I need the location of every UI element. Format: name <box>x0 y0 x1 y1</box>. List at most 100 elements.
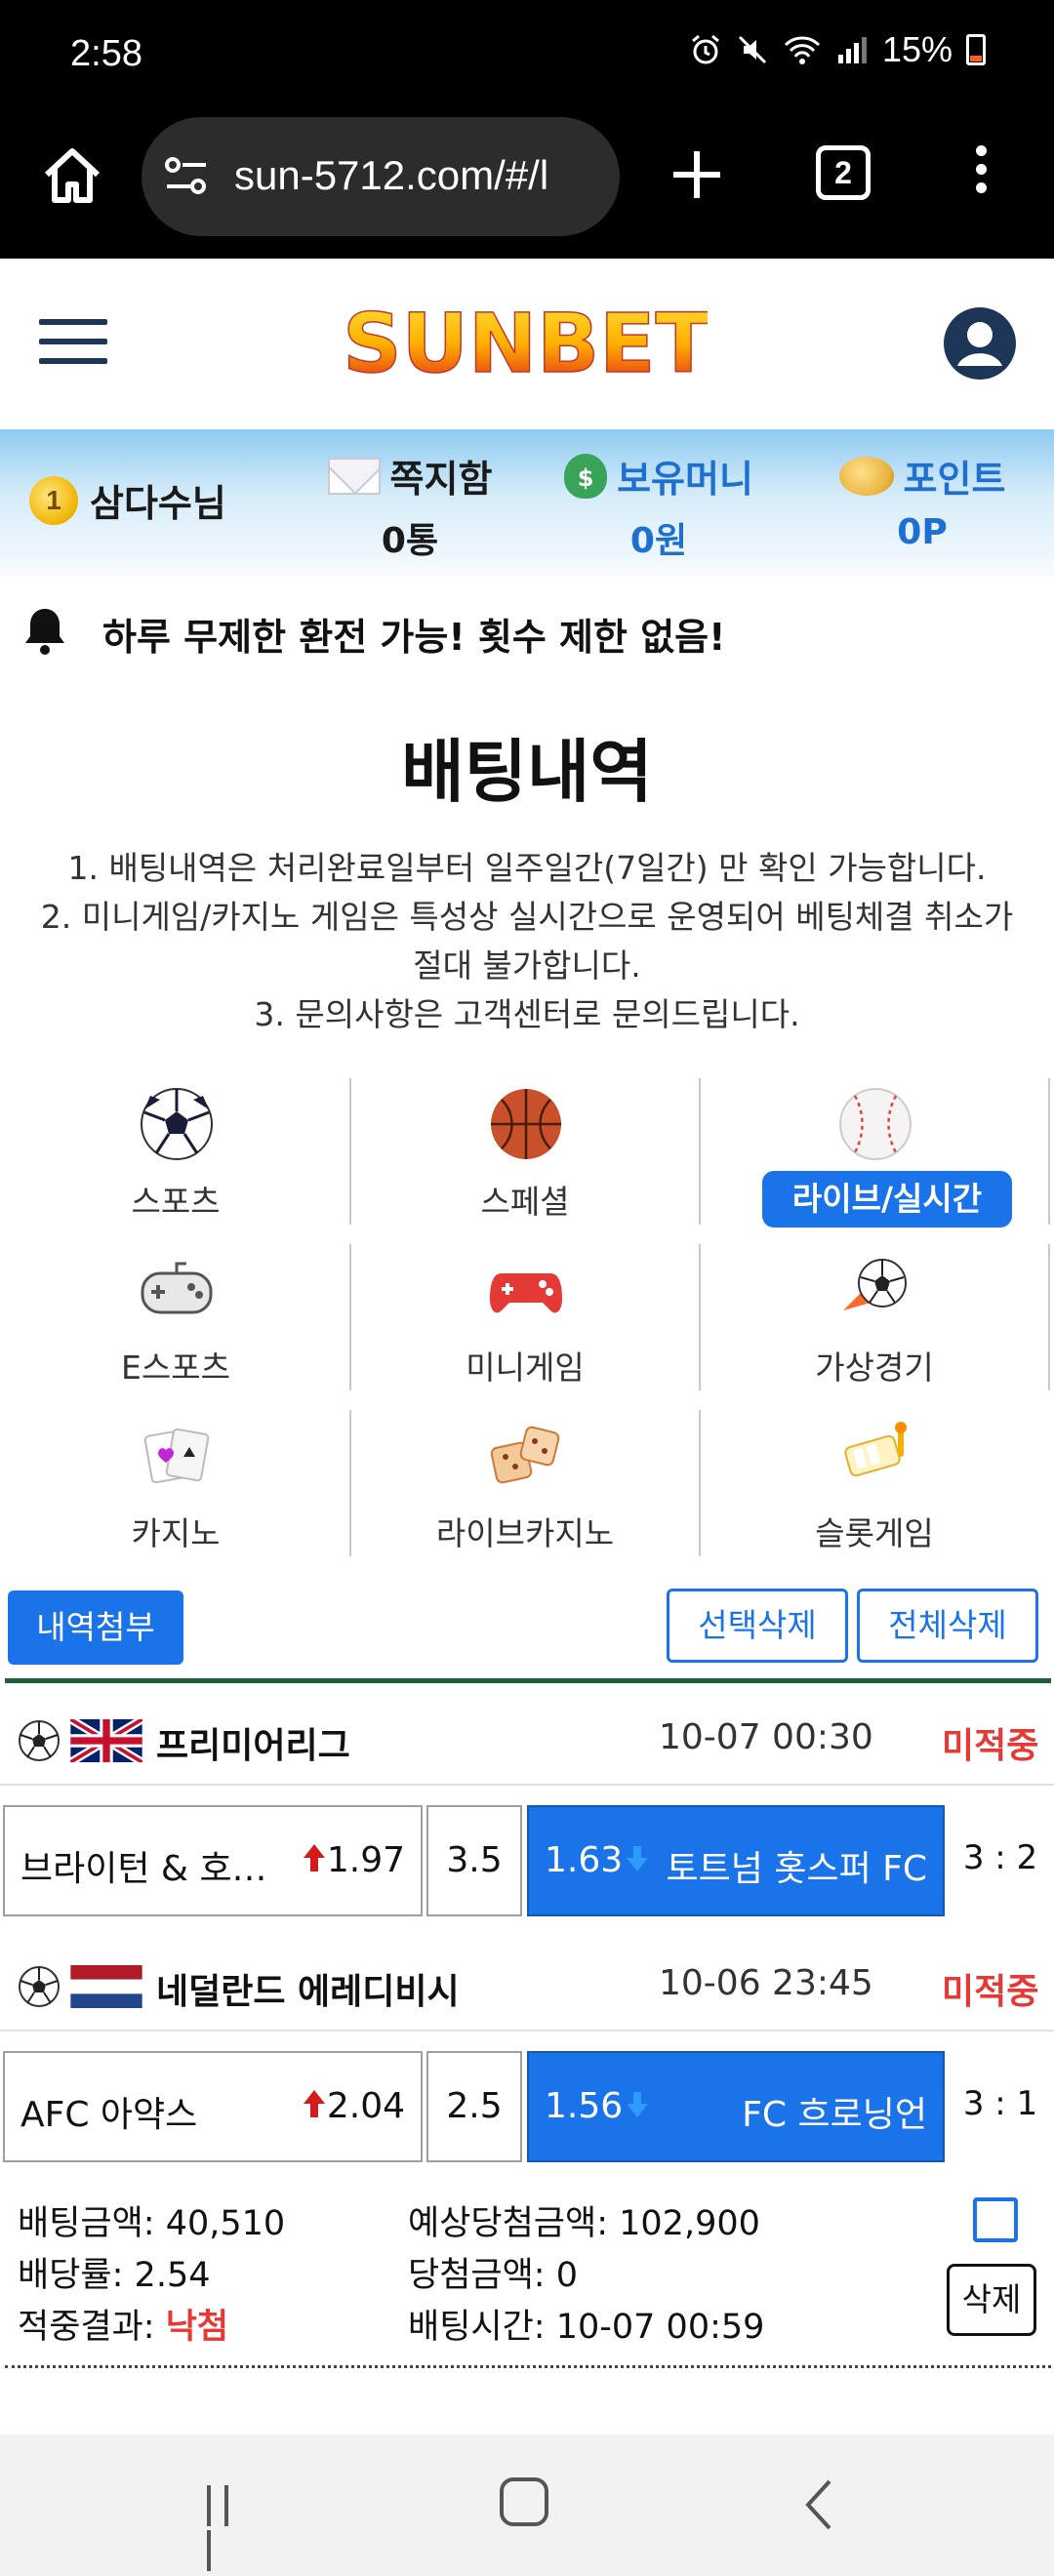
more-menu-icon[interactable] <box>966 140 995 208</box>
category-live-casino[interactable]: 라이브카지노 <box>351 1410 699 1556</box>
attach-history-button[interactable]: 내역첨부 <box>8 1590 183 1665</box>
money-label: 보유머니 <box>617 458 753 501</box>
category-label: 미니게임 <box>466 1348 585 1387</box>
grid-divider <box>699 1078 701 1225</box>
points-value: 0P <box>897 512 948 552</box>
odds-total: 배당률: 2.54 <box>18 2256 211 2295</box>
uk-flag-icon <box>70 1719 142 1762</box>
bet-status: 미적중 <box>942 1726 1039 1766</box>
grid-divider <box>699 1244 701 1390</box>
back-icon[interactable] <box>800 2477 839 2532</box>
battery-percent: 15% <box>881 29 953 69</box>
recent-apps-icon[interactable] <box>207 2485 252 2571</box>
win-amount: 당첨금액: 0 <box>408 2256 579 2295</box>
category-esports[interactable]: E스포츠 <box>2 1244 349 1390</box>
away-team-cell-selected: 1.56 FC 흐로닝언 <box>527 2051 945 2162</box>
home-nav-icon[interactable] <box>500 2477 548 2526</box>
notice-text: 하루 무제한 환전 가능! 횟수 제한 없음! <box>102 616 726 659</box>
baseball-icon <box>839 1088 912 1160</box>
sunbet-logo[interactable]: SUNBET <box>346 296 708 388</box>
home-team-cell: AFC 아약스 2.04 <box>3 2051 423 2162</box>
category-label: E스포츠 <box>121 1348 230 1387</box>
rule-item: 2. 미니게임/카지노 게임은 특성상 실시간으로 운영되어 베팅체결 취소가 … <box>40 898 1014 985</box>
menu-icon[interactable] <box>39 319 107 368</box>
category-special[interactable]: 스페셜 <box>351 1078 699 1225</box>
tab-switcher-button[interactable]: 2 <box>816 145 871 200</box>
grid-divider <box>699 1410 701 1556</box>
away-team-cell-selected: 1.63 토트넘 홋스퍼 FC <box>527 1805 945 1916</box>
category-live[interactable]: 라이브/실시간 <box>701 1078 1048 1228</box>
soccer-ball-icon <box>141 1088 213 1160</box>
gamepad-icon <box>141 1262 213 1314</box>
address-bar[interactable]: sun-5712.com/#/l <box>142 117 620 236</box>
account-icon[interactable] <box>942 305 1018 382</box>
league-header: 프리미어리그 10-07 00:30 미적중 <box>0 1688 1054 1786</box>
netherlands-flag-icon <box>70 1965 142 2008</box>
category-virtual[interactable]: 가상경기 <box>701 1244 1048 1390</box>
category-label-active: 라이브/실시간 <box>762 1171 1012 1228</box>
home-team: 브라이턴 & 호… <box>20 1849 267 1889</box>
soccer-ball-icon <box>19 1720 60 1761</box>
home-team: AFC 아약스 <box>20 2095 198 2135</box>
cards-icon <box>143 1428 210 1484</box>
user-profile[interactable]: 1 삼다수님 <box>29 473 226 527</box>
money-bag-icon: $ <box>564 453 608 499</box>
new-tab-icon[interactable] <box>664 141 730 208</box>
dice-icon <box>490 1426 560 1484</box>
category-sports[interactable]: 스포츠 <box>2 1078 349 1225</box>
league-name: 네덜란드 에레디비시 <box>156 1972 460 2012</box>
basketball-icon <box>491 1089 561 1159</box>
system-nav-bar <box>0 2435 1054 2576</box>
mute-icon <box>738 35 766 64</box>
match-score: 3 : 2 <box>962 1838 1038 1877</box>
site-settings-icon[interactable] <box>163 155 210 198</box>
away-odds: 1.56 <box>545 2086 624 2126</box>
arrow-up-icon <box>304 2090 325 2117</box>
soccer-ball-icon <box>19 1966 60 2007</box>
handicap-cell: 2.5 <box>426 2051 522 2162</box>
notice-banner: 하루 무제한 환전 가능! 횟수 제한 없음! <box>0 585 1054 673</box>
battery-icon <box>966 34 986 65</box>
points-summary[interactable]: 포인트 0P <box>825 449 1020 552</box>
svg-text:SUNBET: SUNBET <box>346 296 708 388</box>
site-header: SUNBET <box>0 259 1054 429</box>
match-row: 브라이턴 & 호… 1.97 3.5 1.63 토트넘 홋스퍼 FC 3 : 2 <box>0 1805 1054 1932</box>
page-title: 배팅내역 <box>401 732 653 812</box>
category-label: 슬롯게임 <box>815 1514 934 1552</box>
category-casino[interactable]: 카지노 <box>2 1410 349 1556</box>
grid-divider <box>349 1410 351 1556</box>
wifi-icon <box>784 36 820 64</box>
messages-summary[interactable]: 쪽지함 0통 <box>298 449 522 563</box>
category-minigame[interactable]: 미니게임 <box>351 1244 699 1390</box>
arrow-down-icon <box>627 1846 648 1872</box>
grid-divider <box>1048 1078 1050 1225</box>
bet-amount: 배팅금액: 40,510 <box>18 2204 286 2243</box>
red-controller-icon <box>490 1273 562 1313</box>
envelope-icon <box>327 457 381 495</box>
category-slot[interactable]: 슬롯게임 <box>701 1410 1048 1556</box>
url-text[interactable]: sun-5712.com/#/l <box>234 152 605 199</box>
bet-time: 배팅시간: 10-07 00:59 <box>408 2308 765 2347</box>
match-datetime: 10-07 00:30 <box>659 1717 873 1757</box>
rule-item: 3. 문의사항은 고객센터로 문의드립니다. <box>254 995 800 1033</box>
bet-result: 적중결과: 낙첨 <box>18 2308 229 2347</box>
delete-selected-button[interactable]: 선택삭제 <box>667 1589 848 1663</box>
grid-divider <box>1048 1244 1050 1390</box>
league-name: 프리미어리그 <box>156 1726 350 1766</box>
home-odds: 2.04 <box>326 2086 405 2126</box>
grid-divider <box>349 1078 351 1225</box>
money-summary[interactable]: $ 보유머니 0원 <box>551 449 766 563</box>
select-checkbox[interactable] <box>973 2197 1018 2242</box>
home-icon[interactable] <box>37 141 107 212</box>
status-time: 2:58 <box>70 33 142 74</box>
grid-divider <box>349 1244 351 1390</box>
delete-all-button[interactable]: 전체삭제 <box>857 1589 1038 1663</box>
status-bar: 2:58 15% <box>0 0 1054 112</box>
browser-toolbar: sun-5712.com/#/l 2 <box>0 112 1054 259</box>
away-team: FC 흐로닝언 <box>742 2095 927 2135</box>
delete-button[interactable]: 삭제 <box>947 2264 1036 2336</box>
messages-label: 쪽지함 <box>389 458 493 501</box>
category-label: 스포츠 <box>131 1183 221 1221</box>
match-row: AFC 아약스 2.04 2.5 1.56 FC 흐로닝언 3 : 1 <box>0 2051 1054 2178</box>
money-value: 0원 <box>629 521 688 561</box>
